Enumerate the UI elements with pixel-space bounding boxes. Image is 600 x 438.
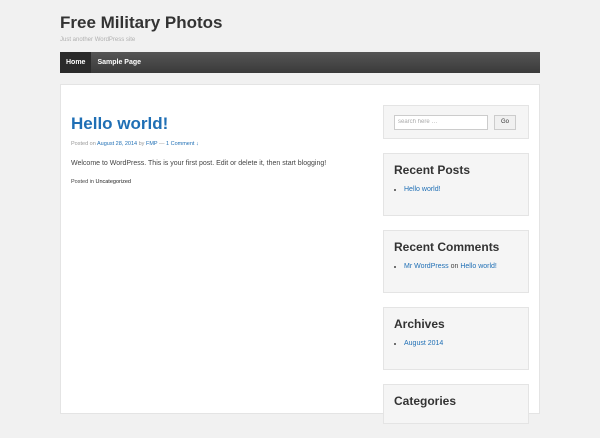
comment-post-link[interactable]: Hello world! xyxy=(460,263,497,270)
site-description: Just another WordPress site xyxy=(60,37,136,43)
categories-title: Categories xyxy=(394,394,457,408)
posted-in-label: Posted in xyxy=(71,179,94,185)
nav-item-sample-page[interactable]: Sample Page xyxy=(91,52,147,73)
site-header: Free Military Photos Just another WordPr… xyxy=(60,12,222,43)
nav-item-home[interactable]: Home xyxy=(60,52,92,73)
archives-title: Archives xyxy=(394,317,445,331)
post-footer: Posted in Uncategorized xyxy=(71,179,371,185)
archives-list: August 2014 xyxy=(384,339,528,349)
list-item: Hello world! xyxy=(404,185,528,195)
categories-widget: Categories xyxy=(383,384,529,424)
recent-comments-widget: Recent Comments Mr WordPress on Hello wo… xyxy=(383,230,529,293)
recent-post-link[interactable]: Hello world! xyxy=(404,186,441,193)
post-meta: Posted on August 28, 2014 by FMP — 1 Com… xyxy=(71,141,371,147)
meta-separator: — xyxy=(159,141,165,147)
sidebar: Go Recent Posts Hello world! Recent Comm… xyxy=(383,105,529,438)
post-author-link[interactable]: FMP xyxy=(146,141,158,147)
comment-on-label: on xyxy=(450,263,459,270)
recent-posts-widget: Recent Posts Hello world! xyxy=(383,153,529,216)
comments-link[interactable]: 1 Comment ↓ xyxy=(166,141,199,147)
post-body: Welcome to WordPress. This is your first… xyxy=(71,160,327,167)
recent-comments-list: Mr WordPress on Hello world! xyxy=(384,262,528,272)
post-title[interactable]: Hello world! xyxy=(71,113,371,135)
main-content-area: Hello world! Posted on August 28, 2014 b… xyxy=(60,84,540,424)
archives-widget: Archives August 2014 xyxy=(383,307,529,370)
post-date-link[interactable]: August 28, 2014 xyxy=(97,141,137,147)
posted-on-label: Posted on xyxy=(71,141,96,147)
post: Hello world! Posted on August 28, 2014 b… xyxy=(71,113,371,185)
recent-comments-title: Recent Comments xyxy=(394,240,500,254)
site-title[interactable]: Free Military Photos xyxy=(60,12,222,34)
search-widget: Go xyxy=(383,105,529,139)
list-item: Mr WordPress on Hello world! xyxy=(404,262,528,272)
search-input[interactable] xyxy=(394,114,488,130)
list-item: August 2014 xyxy=(404,339,528,349)
recent-posts-list: Hello world! xyxy=(384,185,528,195)
search-go-button[interactable]: Go xyxy=(494,114,517,130)
main-navigation: Home Sample Page xyxy=(60,52,540,73)
comment-author-link[interactable]: Mr WordPress xyxy=(404,263,449,270)
recent-posts-title: Recent Posts xyxy=(394,163,471,177)
by-label: by xyxy=(138,141,145,147)
archive-link[interactable]: August 2014 xyxy=(404,340,443,347)
category-link[interactable]: Uncategorized xyxy=(95,179,130,185)
